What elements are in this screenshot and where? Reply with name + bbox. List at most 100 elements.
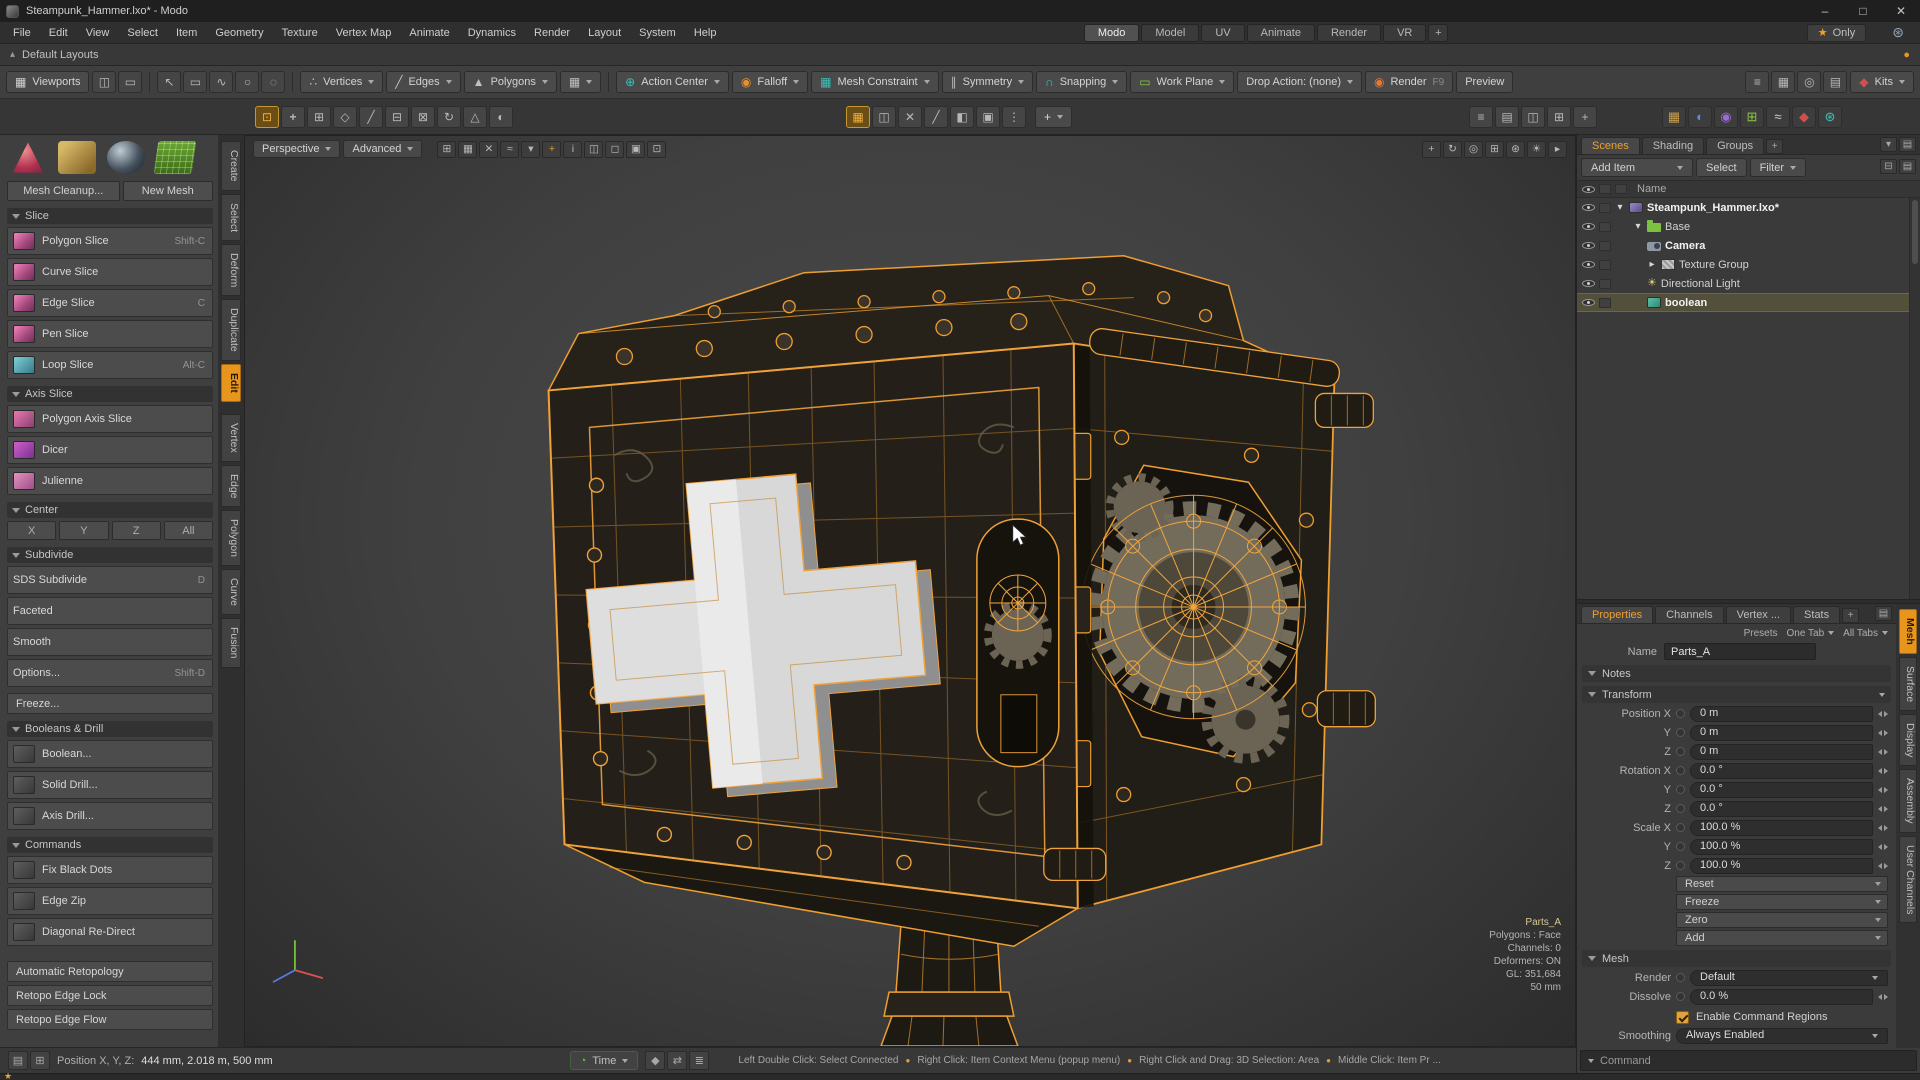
z-field[interactable]: 0.0 ° [1690, 801, 1873, 817]
soft-move-tool-icon[interactable]: ◐ [489, 106, 513, 128]
tool-sds-subdivide[interactable]: SDS SubdivideD [7, 566, 213, 594]
quad-view-icon[interactable]: ◫ [872, 106, 896, 128]
thumb-view-icon[interactable]: ▤ [1495, 106, 1519, 128]
tab-shading[interactable]: Shading [1642, 137, 1704, 154]
tool-boolean[interactable]: Boolean... [7, 740, 213, 768]
maximize-button[interactable]: □ [1844, 0, 1882, 22]
work-plane-button[interactable]: ▭Work Plane [1130, 71, 1234, 93]
add-properties-tab-button[interactable]: + [1842, 608, 1859, 623]
tab-groups[interactable]: Groups [1706, 137, 1764, 154]
tool-faceted[interactable]: Faceted [7, 597, 213, 625]
enable-command-regions-checkbox[interactable] [1676, 1011, 1689, 1024]
toolbox-tab-create[interactable]: Create [221, 141, 241, 191]
item-palette-icon[interactable]: ▦ [1662, 106, 1686, 128]
scene-item-label[interactable]: Camera [1665, 240, 1705, 252]
visibility-eye-icon[interactable] [1582, 239, 1595, 252]
expand-caret-icon[interactable]: ▾ [1615, 202, 1625, 213]
retopo-button-retopo-edge-lock[interactable]: Retopo Edge Lock [7, 985, 213, 1006]
add-layout-tab-button[interactable]: + [1428, 24, 1448, 42]
range-swap-icon[interactable]: ⇄ [667, 1051, 687, 1070]
tool-fix-black-dots[interactable]: Fix Black Dots [7, 856, 213, 884]
tool-preset-sphere-icon[interactable] [107, 141, 145, 174]
preview-button[interactable]: Preview [1456, 71, 1513, 93]
zoom-view-icon[interactable]: ◎ [1464, 141, 1483, 158]
channel-dot-icon[interactable] [1676, 709, 1685, 718]
add-item-button[interactable]: Add Item [1581, 158, 1693, 177]
section-header-center[interactable]: Center [7, 502, 213, 518]
mesh-section-header[interactable]: Mesh [1582, 950, 1891, 967]
menu-item-help[interactable]: Help [685, 22, 726, 44]
add-tool-button[interactable]: + [1035, 106, 1072, 128]
layout-tab-modo[interactable]: Modo [1084, 24, 1140, 42]
scene-item-row[interactable]: ▾ Base [1577, 217, 1920, 236]
section-header-subdivide[interactable]: Subdivide [7, 547, 213, 563]
center-button-z[interactable]: Z [112, 521, 161, 540]
auto-activate-icon[interactable]: ▦ [846, 106, 870, 128]
scene-item-row[interactable]: ▸ Texture Group [1577, 255, 1920, 274]
transform-action-zero[interactable]: Zero [1676, 912, 1888, 928]
paint-palette-icon[interactable]: ◐ [1688, 106, 1712, 128]
scene-item-row[interactable]: ☀ Directional Light [1577, 274, 1920, 293]
channel-dot-icon[interactable] [1676, 861, 1685, 870]
replay-icon[interactable]: ▣ [626, 141, 645, 158]
tool-julienne[interactable]: Julienne [7, 467, 213, 495]
mesh-cleanup-button[interactable]: Mesh Cleanup... [7, 181, 120, 201]
fit-view-icon[interactable]: ⊞ [1485, 141, 1504, 158]
mirror-tool-icon[interactable]: ◧ [950, 106, 974, 128]
camera-view-icon[interactable]: ▣ [976, 106, 1000, 128]
spinner-arrows-icon[interactable] [1878, 994, 1888, 1000]
close-button[interactable]: ✕ [1882, 0, 1920, 22]
section-header-slice[interactable]: Slice [7, 208, 213, 224]
pan-view-icon[interactable]: + [1422, 141, 1441, 158]
tool-preset-plane-icon[interactable] [154, 141, 197, 174]
scene-item-label[interactable]: Texture Group [1679, 259, 1749, 271]
channel-dot-icon[interactable] [1676, 728, 1685, 737]
scene-item-label[interactable]: Steampunk_Hammer.lxo* [1647, 202, 1779, 214]
tool-curve-slice[interactable]: Curve Slice [7, 258, 213, 286]
channel-dot-icon[interactable] [1676, 785, 1685, 794]
one-tab-dropdown[interactable]: One Tab [1787, 628, 1835, 639]
visibility-eye-icon[interactable] [1582, 258, 1595, 271]
toolbox-tab-deform[interactable]: Deform [221, 244, 241, 296]
scene-scrollbar[interactable] [1909, 198, 1920, 599]
layout-name[interactable]: Default Layouts [22, 49, 98, 61]
kits-button[interactable]: ◆Kits [1850, 71, 1914, 93]
only-toggle-button[interactable]: ★ Only [1807, 24, 1867, 42]
slice-tool-icon[interactable]: ╱ [924, 106, 948, 128]
more-icon[interactable]: ▸ [1548, 141, 1567, 158]
tab-vertex[interactable]: Vertex ... [1726, 606, 1791, 623]
channel-dot-icon[interactable] [1676, 766, 1685, 775]
menu-item-select[interactable]: Select [118, 22, 167, 44]
z-field[interactable]: 100.0 % [1690, 858, 1873, 874]
tool-options[interactable]: Options...Shift-D [7, 659, 213, 687]
z-field[interactable]: 0 m [1690, 744, 1873, 760]
toolbox-tab-edge[interactable]: Edge [221, 465, 241, 508]
spinner-arrows-icon[interactable] [1878, 749, 1888, 755]
orbit-view-icon[interactable]: ↻ [1443, 141, 1462, 158]
layout-tab-animate[interactable]: Animate [1247, 24, 1315, 42]
dissolve-field[interactable]: 0.0 % [1690, 989, 1873, 1005]
spinner-arrows-icon[interactable] [1878, 730, 1888, 736]
new-mesh-button[interactable]: New Mesh [123, 181, 213, 201]
tool-polygon-axis-slice[interactable]: Polygon Axis Slice [7, 405, 213, 433]
transform-section-header[interactable]: Transform [1582, 686, 1891, 703]
render-button[interactable]: ◉RenderF9 [1365, 71, 1453, 93]
menu-item-animate[interactable]: Animate [400, 22, 458, 44]
visibility-eye-icon[interactable] [1582, 201, 1595, 214]
layout-tab-model[interactable]: Model [1141, 24, 1199, 42]
extrude-tool-icon[interactable]: ⊠ [411, 106, 435, 128]
menu-item-geometry[interactable]: Geometry [206, 22, 272, 44]
falloff-button[interactable]: ◉Falloff [732, 71, 808, 93]
gear-icon[interactable]: ⊛ [1892, 24, 1904, 41]
viewport-3d[interactable]: PerspectiveAdvanced ⊞▦✕≈▾+i◫◻▣⊡ +↻◎⊞⊛☀▸ … [244, 135, 1576, 1047]
items-mode-button[interactable]: ▦ [560, 71, 601, 93]
layer-status-icon[interactable]: ▤ [8, 1051, 28, 1070]
tab-stats[interactable]: Stats [1793, 606, 1840, 623]
move-tool-icon[interactable]: + [281, 106, 305, 128]
tool-preset-tool-icon[interactable] [58, 141, 96, 174]
channel-dot-icon[interactable] [1676, 992, 1685, 1001]
spinner-arrows-icon[interactable] [1878, 768, 1888, 774]
notes-section-header[interactable]: Notes [1582, 665, 1891, 682]
menu-item-layout[interactable]: Layout [579, 22, 630, 44]
toolbox-tab-duplicate[interactable]: Duplicate [221, 299, 241, 361]
